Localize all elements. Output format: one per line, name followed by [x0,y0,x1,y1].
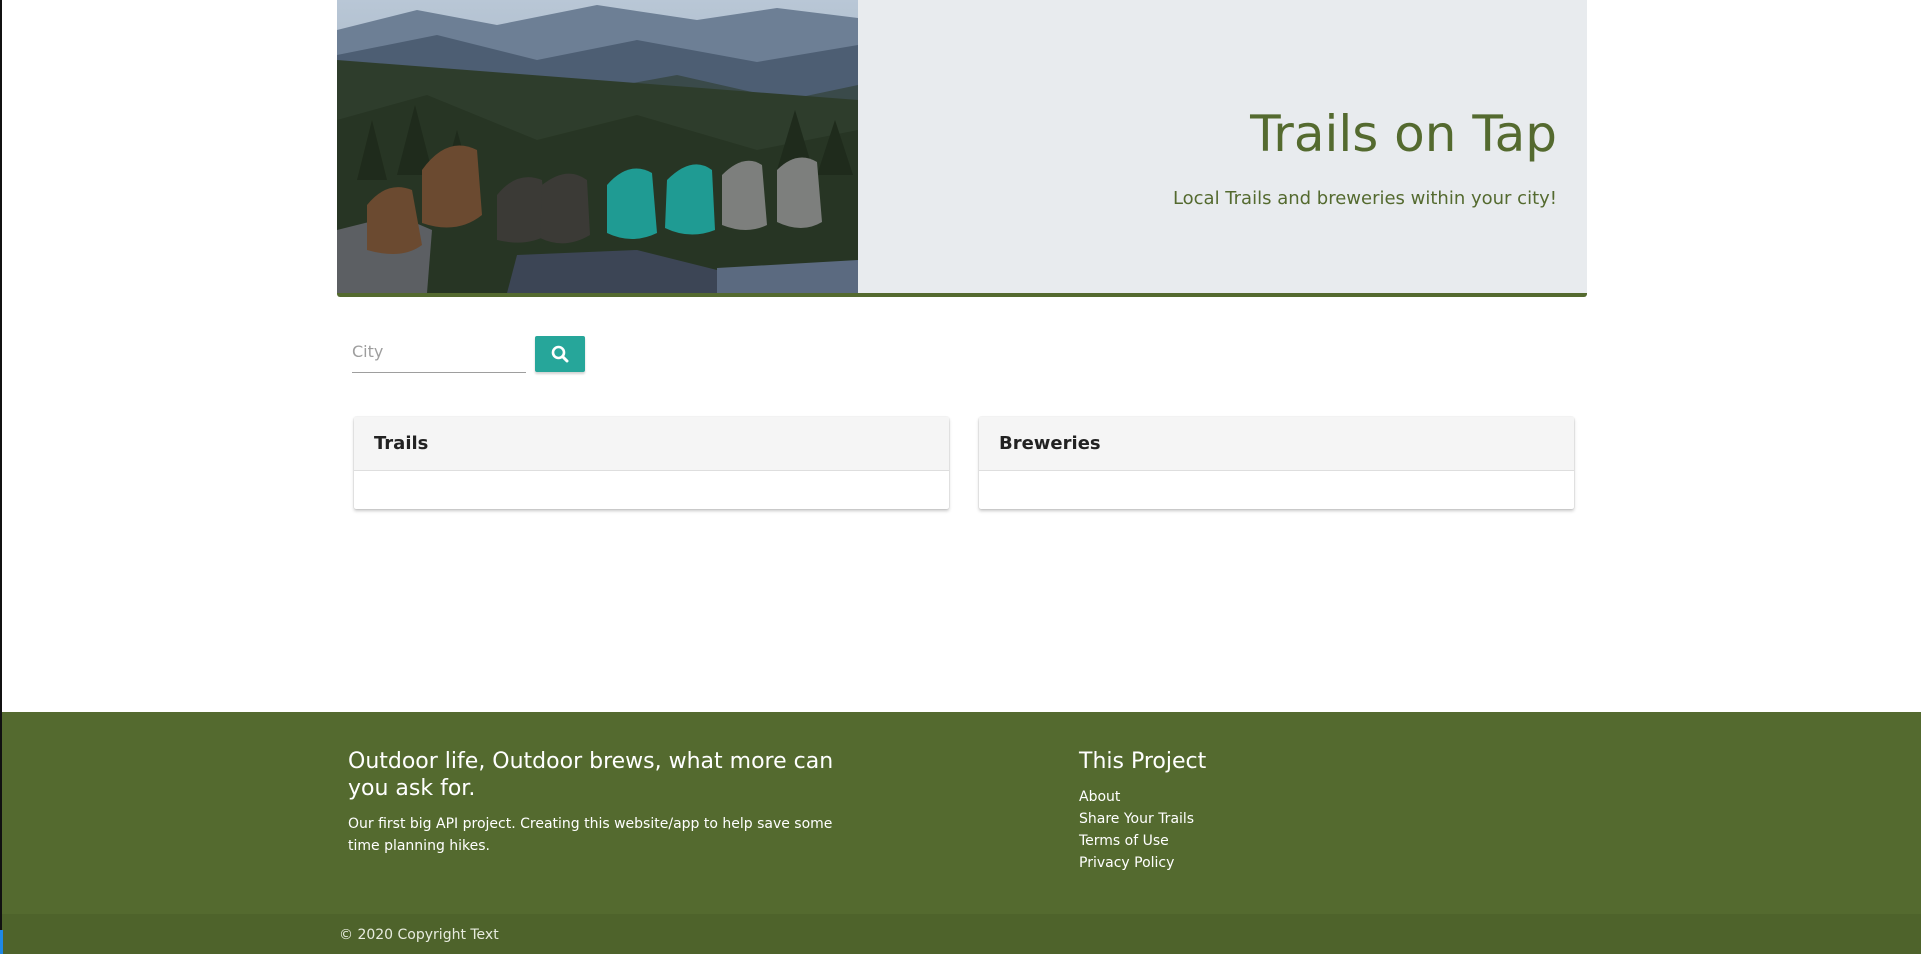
footer-link-terms[interactable]: Terms of Use [1079,833,1169,849]
page-footer: Outdoor life, Outdoor brews, what more c… [2,712,1921,954]
window-edge-accent [0,930,3,954]
trails-card: Trails [354,417,949,509]
trails-card-title: Trails [374,433,429,454]
footer-links-heading: This Project [1079,749,1207,774]
footer-link-privacy[interactable]: Privacy Policy [1079,855,1174,871]
breweries-card-title: Breweries [999,433,1101,454]
breweries-card-header: Breweries [979,417,1574,471]
footer-description: Our first big API project. Creating this… [348,816,833,854]
search-icon [551,345,569,363]
footer-links: About Share Your Trails Terms of Use Pri… [1079,786,1194,874]
footer-link-item: Privacy Policy [1079,852,1194,874]
site-subtitle: Local Trails and breweries within your c… [1172,188,1557,209]
hero-image [337,0,858,293]
footer-link-item: About [1079,786,1194,808]
hero-text: Trails on Tap Local Trails and breweries… [1173,100,1557,209]
footer-copyright-bar: © 2020 Copyright Text [2,914,1921,954]
footer-link-item: Terms of Use [1079,830,1194,852]
trails-card-header: Trails [354,417,949,471]
footer-tagline: Outdoor life, Outdoor brews, what more c… [348,749,834,801]
hero-banner: Trails on Tap Local Trails and breweries… [337,0,1587,297]
footer-link-item: Share Your Trails [1079,808,1194,830]
breweries-card: Breweries [979,417,1574,509]
site-title: Trails on Tap [1250,105,1557,163]
search-button[interactable] [535,336,585,372]
footer-link-share-trails[interactable]: Share Your Trails [1079,811,1194,827]
city-search-input[interactable] [352,336,526,373]
copyright-text: © 2020 Copyright Text [339,927,499,943]
footer-link-about[interactable]: About [1079,789,1120,805]
